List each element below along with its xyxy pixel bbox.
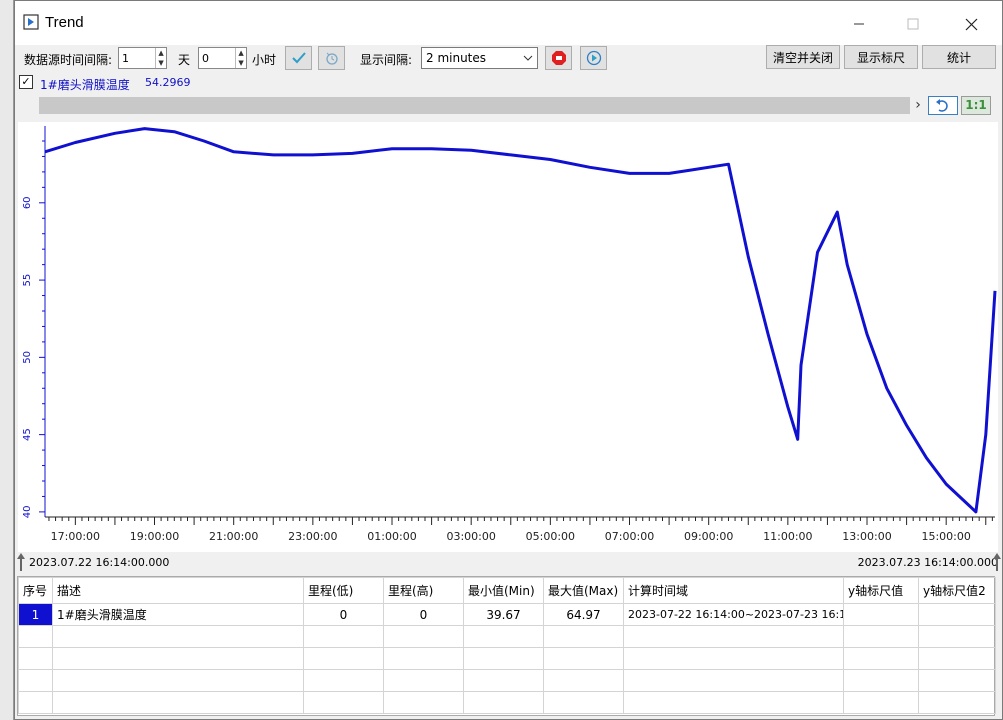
y-tick-label: 40 <box>22 506 33 519</box>
undo-icon <box>936 98 948 112</box>
table-row <box>18 647 996 670</box>
show-ruler-button[interactable]: 显示标尺 <box>844 45 918 69</box>
x-tick-label: 17:00:00 <box>51 530 100 543</box>
minimize-icon <box>854 23 864 25</box>
scroll-right-icon[interactable]: › <box>910 96 926 115</box>
background-window-strip <box>0 0 14 720</box>
spin-up-icon[interactable]: ▲ <box>156 48 166 58</box>
x-tick-label: 09:00:00 <box>684 530 733 543</box>
display-interval-label: 显示间隔: <box>360 53 413 67</box>
table-row[interactable]: 1 1#磨头滑膜温度 0 0 39.67 64.97 2023-07-22 16… <box>18 603 996 626</box>
clear-and-close-button[interactable]: 清空并关闭 <box>766 45 840 69</box>
x-tick-label: 01:00:00 <box>367 530 416 543</box>
start-time-label: 2023.07.22 16:14:00.000 <box>29 556 170 569</box>
row-index: 1 <box>18 603 53 626</box>
x-tick-label: 21:00:00 <box>209 530 258 543</box>
header-index[interactable]: 序号 <box>18 577 53 604</box>
close-button[interactable] <box>951 11 991 37</box>
row-min: 39.67 <box>463 603 544 626</box>
header-range-high[interactable]: 里程(高) <box>383 577 464 604</box>
days-spinner[interactable]: ▲▼ <box>118 47 167 69</box>
x-tick-label: 19:00:00 <box>130 530 179 543</box>
x-tick-label: 05:00:00 <box>526 530 575 543</box>
play-icon <box>586 50 601 66</box>
y-tick-label: 55 <box>22 274 33 287</box>
row-max: 64.97 <box>543 603 624 626</box>
realtime-button[interactable] <box>318 46 345 70</box>
y-tick-label: 50 <box>22 351 33 364</box>
header-range-low[interactable]: 里程(低) <box>303 577 384 604</box>
x-tick-label: 23:00:00 <box>288 530 337 543</box>
close-icon <box>965 18 977 30</box>
checkmark-icon <box>291 52 306 64</box>
toolbar: 数据源时间间隔: ▲▼ 天 ▲▼ 小时 显示间隔: 2 minutes 清空并关… <box>15 45 1002 73</box>
time-scroll-row: › 1:1 <box>15 95 1002 117</box>
interval-label: 数据源时间间隔: <box>24 53 113 67</box>
hours-unit: 小时 <box>252 53 277 67</box>
legend-current-value: 54.2969 <box>145 76 191 89</box>
table-row <box>18 625 996 648</box>
x-tick-label: 07:00:00 <box>605 530 654 543</box>
statistics-button[interactable]: 统计 <box>922 45 996 69</box>
x-tick-label: 13:00:00 <box>842 530 891 543</box>
trend-app-icon <box>23 14 39 30</box>
stop-button[interactable] <box>545 46 572 70</box>
days-unit: 天 <box>178 53 191 67</box>
header-min[interactable]: 最小值(Min) <box>463 577 544 604</box>
time-range-bar: 2023.07.22 16:14:00.000 2023.07.23 16:14… <box>15 552 1002 574</box>
stop-icon <box>551 51 566 65</box>
row-range-low: 0 <box>303 603 384 626</box>
maximize-icon <box>907 18 919 30</box>
display-interval-value: 2 minutes <box>426 51 487 65</box>
apply-button[interactable] <box>285 46 312 70</box>
days-input[interactable] <box>119 48 156 68</box>
spin-down-icon[interactable]: ▼ <box>236 58 246 68</box>
statistics-table: 序号 描述 里程(低) 里程(高) 最小值(Min) 最大值(Max) 计算时间… <box>17 576 996 716</box>
x-tick-label: 11:00:00 <box>763 530 812 543</box>
hours-spinner[interactable]: ▲▼ <box>198 47 247 69</box>
scroll-left-button[interactable] <box>19 97 37 114</box>
window-title: Trend <box>45 14 84 31</box>
maximize-button[interactable] <box>893 11 933 37</box>
row-range-high: 0 <box>383 603 464 626</box>
row-ruler1 <box>843 603 919 626</box>
legend-row: ✓ 1#磨头滑膜温度 54.2969 <box>15 73 1002 93</box>
trend-chart-svg[interactable]: 40 45 50 55 60 17:00:00 19:00:00 21:00:00 23:00:… <box>18 122 998 552</box>
series-checkbox[interactable]: ✓ <box>19 75 33 89</box>
legend-series-name: 1#磨头滑膜温度 <box>40 78 130 92</box>
trend-chart[interactable]: 40 45 50 55 60 17:00:00 19:00:00 21:00:00 23:00:… <box>18 122 998 552</box>
start-marker-icon[interactable] <box>16 552 26 572</box>
x-tick-label: 03:00:00 <box>446 530 495 543</box>
chevron-down-icon <box>523 55 533 61</box>
reset-zoom-button[interactable] <box>928 96 958 115</box>
table-row <box>18 691 996 714</box>
x-tick-label: 15:00:00 <box>921 530 970 543</box>
row-time-range: 2023-07-22 16:14:00~2023-07-23 16:14:00 <box>623 603 844 626</box>
clock-refresh-icon <box>325 52 338 65</box>
header-ruler2[interactable]: y轴标尺值2 <box>918 577 996 604</box>
header-ruler1[interactable]: y轴标尺值 <box>843 577 919 604</box>
play-button[interactable] <box>580 46 607 70</box>
one-to-one-button[interactable]: 1:1 <box>961 96 991 115</box>
spin-up-icon[interactable]: ▲ <box>236 48 246 58</box>
row-description: 1#磨头滑膜温度 <box>52 603 304 626</box>
spin-down-icon[interactable]: ▼ <box>156 58 166 68</box>
row-ruler2 <box>918 603 996 626</box>
minimize-button[interactable] <box>839 11 879 37</box>
time-scrollbar[interactable] <box>39 97 910 114</box>
y-tick-label: 45 <box>22 428 33 441</box>
table-row <box>18 669 996 692</box>
header-description[interactable]: 描述 <box>52 577 304 604</box>
display-interval-select[interactable]: 2 minutes <box>421 47 538 69</box>
end-time-label: 2023.07.23 16:14:00.000 <box>857 556 998 569</box>
end-marker-icon[interactable] <box>992 552 1002 572</box>
y-tick-label: 60 <box>22 196 33 209</box>
header-max[interactable]: 最大值(Max) <box>543 577 624 604</box>
header-time-range[interactable]: 计算时间域 <box>623 577 844 604</box>
series-line[interactable] <box>44 127 997 514</box>
title-bar: Trend <box>15 1 1002 45</box>
trend-window: Trend 数据源时间间隔: ▲▼ 天 ▲▼ 小时 显示间隔: 2 m <box>14 0 1003 720</box>
table-header-row: 序号 描述 里程(低) 里程(高) 最小值(Min) 最大值(Max) 计算时间… <box>18 577 996 604</box>
hours-input[interactable] <box>199 48 236 68</box>
